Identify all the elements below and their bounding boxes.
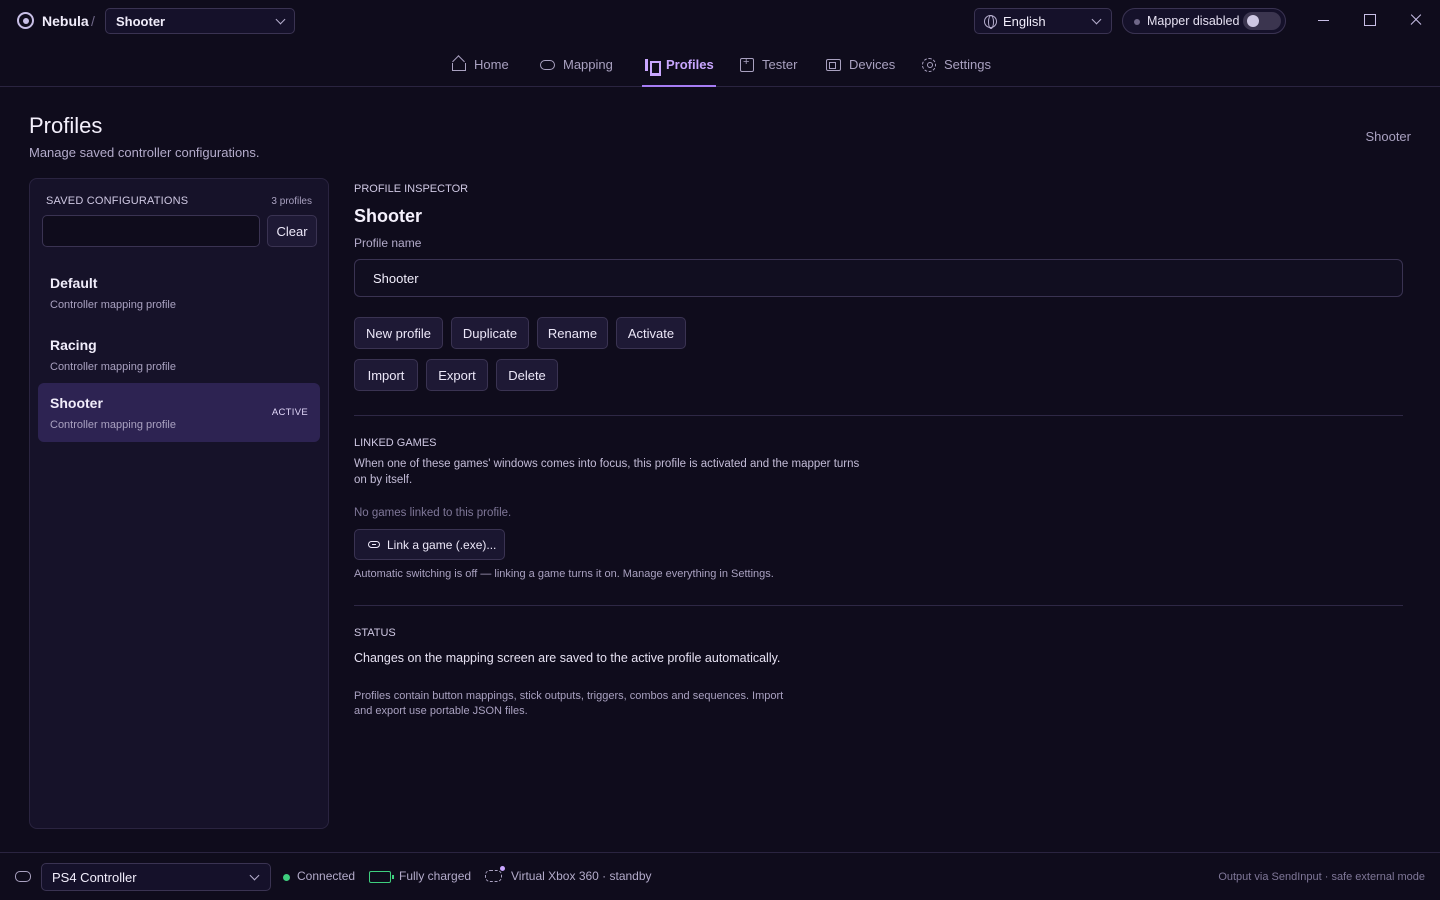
import-button[interactable]: Import bbox=[354, 359, 418, 391]
profile-item-desc: Controller mapping profile bbox=[50, 419, 176, 431]
main-nav: Home Mapping Profiles Tester Devices Set… bbox=[0, 42, 1440, 87]
linked-games-heading: LINKED GAMES bbox=[354, 437, 437, 449]
tab-label: Settings bbox=[944, 57, 991, 72]
delete-button[interactable]: Delete bbox=[496, 359, 558, 391]
profile-select-value: Shooter bbox=[116, 14, 166, 29]
connection-status-dot bbox=[283, 874, 290, 881]
tab-home[interactable]: Home bbox=[452, 42, 509, 87]
link-game-button[interactable]: Link a game (.exe)... bbox=[354, 529, 505, 560]
mapper-status: Mapper disabled bbox=[1122, 8, 1286, 34]
profile-item-desc: Controller mapping profile bbox=[50, 299, 176, 311]
page-subtitle: Manage saved controller configurations. bbox=[29, 145, 260, 160]
chevron-down-icon bbox=[275, 14, 286, 25]
battery-icon bbox=[369, 871, 394, 883]
mapper-status-label: Mapper disabled bbox=[1147, 14, 1240, 28]
tab-label: Devices bbox=[849, 57, 896, 72]
panel-heading: SAVED CONFIGURATIONS bbox=[46, 195, 189, 207]
chevron-down-icon bbox=[249, 870, 260, 881]
mapper-status-dot bbox=[1134, 19, 1140, 25]
rename-button[interactable]: Rename bbox=[537, 317, 608, 349]
gear-icon bbox=[922, 57, 936, 72]
mapper-toggle[interactable] bbox=[1243, 12, 1281, 30]
status-heading: STATUS bbox=[354, 627, 396, 639]
linked-games-desc-line2: on by itself. bbox=[354, 474, 413, 486]
link-game-label: Link a game (.exe)... bbox=[387, 537, 497, 552]
output-mode: Output via SendInput · safe external mod… bbox=[1218, 871, 1425, 883]
status-bar: PS4 Controller Connected Fully charged V… bbox=[0, 852, 1440, 900]
language-select[interactable]: English bbox=[974, 8, 1112, 34]
saved-configurations-panel: SAVED CONFIGURATIONS 3 profiles Clear De… bbox=[29, 178, 329, 829]
connection-status: Connected bbox=[297, 869, 356, 883]
status-info-line2: and export use portable JSON files. bbox=[354, 705, 528, 717]
profile-item-name: Racing bbox=[50, 337, 97, 353]
profile-name-label: Profile name bbox=[354, 236, 422, 250]
active-badge: ACTIVE bbox=[271, 407, 308, 418]
clear-button[interactable]: Clear bbox=[267, 215, 317, 247]
home-icon bbox=[452, 63, 466, 71]
controller-select-value: PS4 Controller bbox=[52, 870, 137, 885]
profile-item-shooter[interactable]: Shooter Controller mapping profile ACTIV… bbox=[38, 383, 320, 442]
tester-icon bbox=[740, 56, 754, 72]
tab-profiles[interactable]: Profiles bbox=[642, 42, 716, 87]
link-icon bbox=[368, 541, 380, 548]
profile-search-input[interactable] bbox=[42, 215, 260, 247]
current-profile-label: Shooter bbox=[1365, 129, 1411, 144]
inspector-title: Shooter bbox=[354, 206, 423, 226]
tab-devices[interactable]: Devices bbox=[826, 42, 895, 87]
close-icon[interactable] bbox=[1408, 12, 1424, 28]
profile-name-input[interactable] bbox=[354, 259, 1403, 297]
virtual-controller-status: Virtual Xbox 360 · standby bbox=[511, 869, 652, 883]
tab-settings[interactable]: Settings bbox=[922, 42, 991, 87]
divider bbox=[354, 415, 1403, 416]
profile-item-default[interactable]: Default Controller mapping profile bbox=[38, 263, 320, 322]
tab-label: Profiles bbox=[666, 57, 714, 72]
toggle-knob bbox=[1247, 15, 1259, 27]
export-button[interactable]: Export bbox=[426, 359, 488, 391]
maximize-icon[interactable] bbox=[1362, 12, 1378, 28]
app-name: Nebula bbox=[42, 13, 89, 29]
tab-label: Tester bbox=[762, 57, 798, 72]
duplicate-button[interactable]: Duplicate bbox=[451, 317, 529, 349]
status-message: Changes on the mapping screen are saved … bbox=[354, 651, 781, 665]
breadcrumb-separator: / bbox=[91, 13, 95, 29]
auto-switch-note: Automatic switching is off — linking a g… bbox=[354, 568, 774, 580]
tab-label: Home bbox=[474, 57, 509, 72]
new-profile-button[interactable]: New profile bbox=[354, 317, 443, 349]
title-bar: Nebula / Shooter English Mapper disabled bbox=[0, 0, 1440, 42]
page-title: Profiles bbox=[29, 113, 103, 138]
controller-select[interactable]: PS4 Controller bbox=[41, 863, 271, 891]
profile-item-name: Shooter bbox=[50, 395, 103, 411]
tab-tester[interactable]: Tester bbox=[740, 42, 797, 87]
battery-status: Fully charged bbox=[399, 869, 472, 883]
devices-icon bbox=[826, 58, 841, 71]
inspector-label: PROFILE INSPECTOR bbox=[354, 183, 469, 195]
language-value: English bbox=[1003, 14, 1046, 29]
profile-item-desc: Controller mapping profile bbox=[50, 361, 176, 373]
divider bbox=[354, 605, 1403, 606]
profile-count: 3 profiles bbox=[271, 196, 312, 207]
globe-icon bbox=[984, 15, 997, 29]
chevron-down-icon bbox=[1091, 14, 1102, 25]
profile-item-name: Default bbox=[50, 275, 98, 291]
virtual-controller-icon bbox=[485, 866, 505, 882]
profile-select[interactable]: Shooter bbox=[105, 8, 295, 34]
activate-button[interactable]: Activate bbox=[616, 317, 686, 349]
minimize-icon[interactable] bbox=[1316, 12, 1332, 28]
no-games-text: No games linked to this profile. bbox=[354, 507, 512, 519]
profile-item-racing[interactable]: Racing Controller mapping profile bbox=[38, 325, 320, 384]
linked-games-desc-line1: When one of these games' windows comes i… bbox=[354, 458, 860, 470]
gamepad-icon bbox=[15, 871, 31, 882]
tab-mapping[interactable]: Mapping bbox=[540, 42, 613, 87]
gamepad-icon bbox=[540, 59, 555, 70]
status-info-line1: Profiles contain button mappings, stick … bbox=[354, 690, 784, 702]
app-logo-icon bbox=[17, 12, 34, 29]
profiles-icon bbox=[644, 58, 661, 76]
tab-label: Mapping bbox=[563, 57, 613, 72]
